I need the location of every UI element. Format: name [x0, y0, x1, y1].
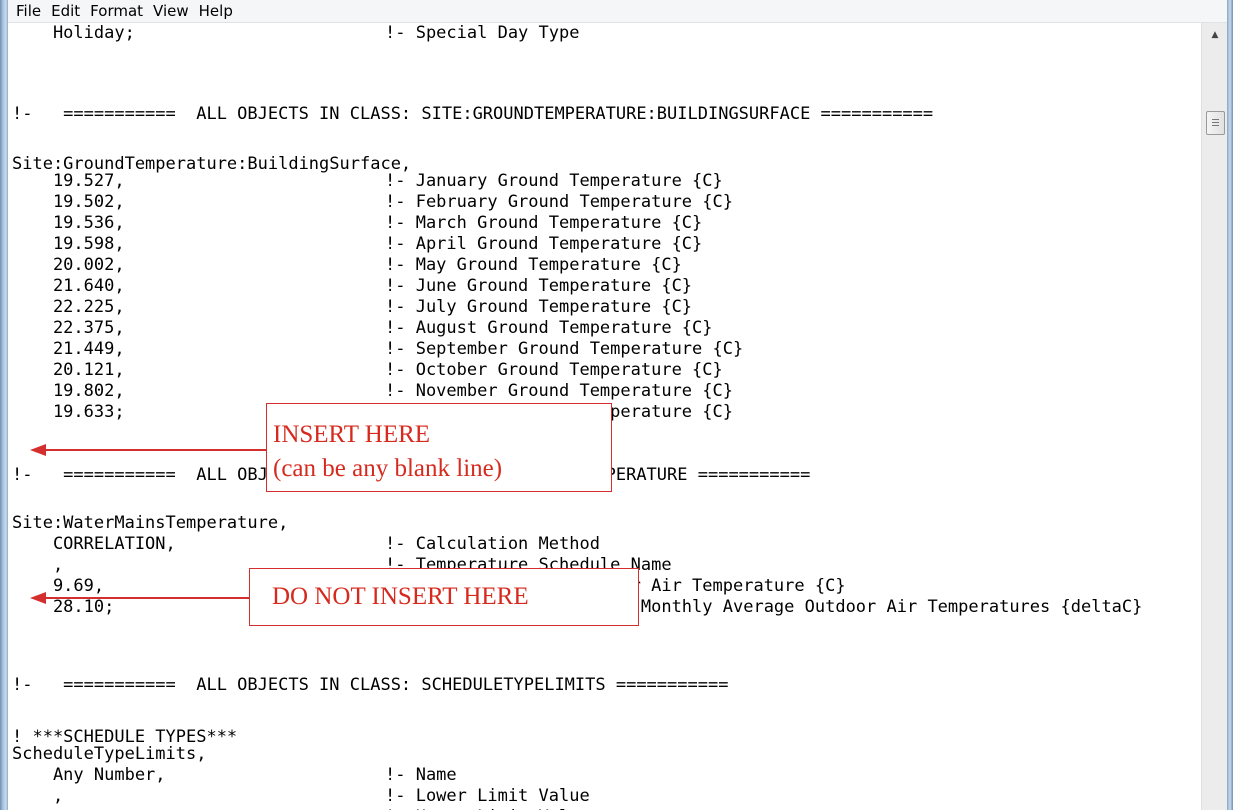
insert-here-callout: INSERT HERE (can be any blank line) — [266, 403, 612, 492]
line-value: Any Number, — [12, 765, 166, 785]
line-value: 19.527, — [12, 171, 125, 191]
text-line[interactable]: 19.802, !- November Ground Temperature {C… — [12, 381, 733, 402]
text-line[interactable]: CORRELATION, !- Calculation Method — [12, 534, 600, 555]
line-value: 19.633; — [12, 402, 125, 422]
notepad-window: File Edit Format View Help Holiday; !- Sp… — [0, 0, 1233, 810]
scroll-thumb[interactable] — [1206, 111, 1225, 135]
menu-help[interactable]: Help — [194, 1, 238, 21]
line-comment: !- November Ground Temperature {C} — [385, 381, 733, 401]
text-line[interactable]: 9.69,!- Annual Average Outdoor Air Tempe… — [12, 576, 846, 597]
grip-icon — [1212, 125, 1219, 126]
line-value: 21.449, — [12, 339, 125, 359]
window-frame-left — [0, 0, 8, 810]
line-value: 19.802, — [12, 381, 125, 401]
do-not-insert-label: DO NOT INSERT HERE — [272, 583, 529, 610]
text-line[interactable]: 28.10; !- Maximum Difference In Monthly A… — [12, 597, 1142, 618]
line-comment: !- Special Day Type — [385, 23, 580, 43]
text-line[interactable]: 21.640, !- June Ground Temperature {C} — [12, 276, 692, 297]
line-value: !- =========== ALL OBJECTS IN CLASS: SIT… — [12, 104, 934, 124]
text-line[interactable]: Site:WaterMainsTemperature, — [12, 513, 288, 534]
line-value: 28.10; — [12, 597, 115, 617]
text-line[interactable]: , !- Temperature Schedule Name — [12, 555, 672, 576]
line-comment: !- March Ground Temperature {C} — [385, 213, 703, 233]
line-comment: !- Calculation Method — [385, 534, 600, 554]
text-line[interactable]: ScheduleTypeLimits, — [12, 744, 206, 765]
line-value: 19.598, — [12, 234, 125, 254]
insert-here-label: INSERT HERE — [273, 421, 431, 448]
text-line[interactable]: 19.633;!- December Ground Temperature {C… — [12, 402, 733, 423]
line-value: 20.121, — [12, 360, 125, 380]
line-value: !- =========== ALL OBJECTS IN CLASS: SCH… — [12, 675, 729, 695]
text-line[interactable]: Holiday; !- Special Day Type — [12, 23, 580, 44]
grip-icon — [1212, 122, 1219, 123]
line-comment: !- July Ground Temperature {C} — [385, 297, 693, 317]
text-line[interactable]: , !- Lower Limit Value — [12, 786, 590, 807]
line-value: 22.375, — [12, 318, 125, 338]
line-value: Site:WaterMainsTemperature, — [12, 513, 289, 533]
line-comment: !- Name — [385, 765, 457, 785]
no-insert-arrow-head-icon — [30, 592, 46, 604]
menu-file[interactable]: File — [8, 1, 46, 21]
line-comment: !- January Ground Temperature {C} — [385, 171, 723, 191]
text-line[interactable]: 19.502, !- February Ground Temperature {C… — [12, 192, 733, 213]
text-line[interactable]: 22.225, !- July Ground Temperature {C} — [12, 297, 692, 318]
line-value: 22.225, — [12, 297, 125, 317]
line-comment: !- June Ground Temperature {C} — [385, 276, 693, 296]
insert-arrow-head-icon — [30, 444, 46, 456]
insert-here-note: (can be any blank line) — [273, 455, 503, 482]
line-value: Holiday; — [12, 23, 135, 43]
text-line[interactable]: Any Number, !- Name — [12, 765, 457, 786]
text-line[interactable]: 19.536, !- March Ground Temperature {C} — [12, 213, 702, 234]
text-line[interactable]: !- =========== ALL OBJECTS IN CLASS: SIT… — [12, 104, 933, 125]
menu-edit[interactable]: Edit — [46, 1, 85, 21]
line-value: 9.69, — [12, 576, 105, 596]
text-line[interactable]: 20.121, !- October Ground Temperature {C} — [12, 360, 723, 381]
text-line[interactable]: 19.527, !- January Ground Temperature {C} — [12, 171, 723, 192]
do-not-insert-callout: DO NOT INSERT HERE — [249, 568, 639, 626]
menu-format[interactable]: Format — [85, 1, 148, 21]
line-value: CORRELATION, — [12, 534, 176, 554]
text-line[interactable]: 19.598, !- April Ground Temperature {C} — [12, 234, 702, 255]
text-line[interactable]: !- =========== ALL OBJECTS IN CLASS: SCH… — [12, 675, 728, 696]
line-value: 20.002, — [12, 255, 125, 275]
line-comment: !- September Ground Temperature {C} — [385, 339, 744, 359]
line-value: 21.640, — [12, 276, 125, 296]
line-comment: !- August Ground Temperature {C} — [385, 318, 713, 338]
insert-arrow-line — [44, 449, 266, 451]
line-value: 19.536, — [12, 213, 125, 233]
line-comment: !- February Ground Temperature {C} — [385, 192, 733, 212]
line-value: , — [12, 555, 64, 575]
text-line[interactable]: 21.449, !- September Ground Temperature {… — [12, 339, 743, 360]
line-value: 19.502, — [12, 192, 125, 212]
menu-view[interactable]: View — [148, 1, 194, 21]
window-frame-right — [1227, 0, 1233, 810]
scroll-up-icon[interactable]: ▲ — [1202, 23, 1228, 47]
menu-bar: File Edit Format View Help — [8, 0, 1227, 23]
line-comment: !- May Ground Temperature {C} — [385, 255, 682, 275]
line-comment: !- October Ground Temperature {C} — [385, 360, 723, 380]
line-value: , — [12, 786, 64, 806]
grip-icon — [1212, 119, 1219, 120]
text-line[interactable]: 22.375, !- August Ground Temperature {C} — [12, 318, 713, 339]
line-comment: !- April Ground Temperature {C} — [385, 234, 703, 254]
no-insert-arrow-line — [44, 597, 249, 599]
line-value: ScheduleTypeLimits, — [12, 744, 207, 764]
text-line[interactable]: 20.002, !- May Ground Temperature {C} — [12, 255, 682, 276]
vertical-scrollbar[interactable]: ▲ — [1201, 23, 1228, 810]
line-comment: !- Lower Limit Value — [385, 786, 590, 806]
